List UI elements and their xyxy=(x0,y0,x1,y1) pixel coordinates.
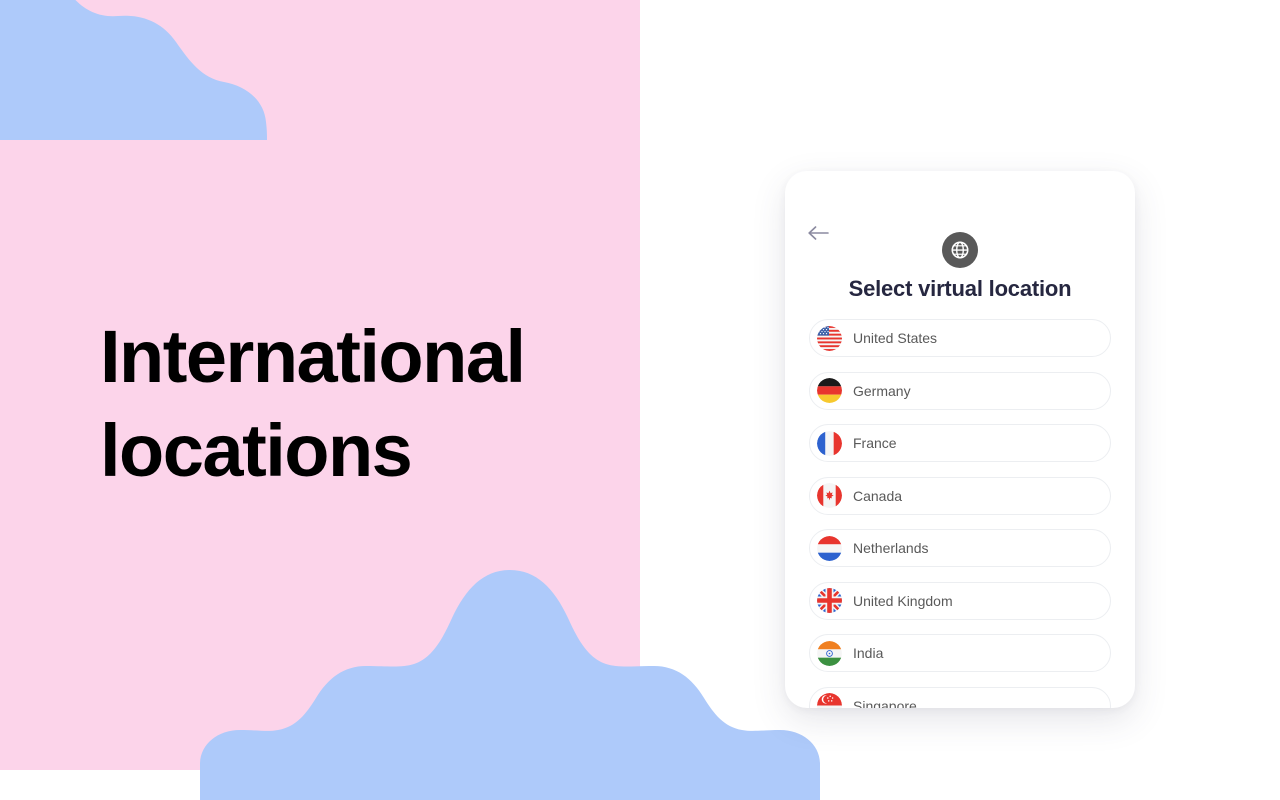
list-item[interactable]: India xyxy=(809,634,1111,672)
card-title: Select virtual location xyxy=(848,276,1072,301)
list-item[interactable]: France xyxy=(809,424,1111,462)
card-surface: Select virtual location United States Ge… xyxy=(785,171,1135,708)
list-item-label: Canada xyxy=(853,487,903,504)
flag-us-icon xyxy=(817,325,842,351)
flag-nl-icon xyxy=(817,535,842,561)
flag-sg-icon xyxy=(817,693,842,708)
list-item-label: India xyxy=(853,645,884,661)
cloud-top-left-icon xyxy=(0,0,267,140)
list-item[interactable]: Singapore xyxy=(809,686,1111,709)
flag-fr-icon xyxy=(817,430,842,456)
list-item[interactable]: Germany xyxy=(809,371,1111,410)
list-item-label: United Kingdom xyxy=(853,592,953,609)
list-item[interactable]: Canada xyxy=(809,476,1111,515)
flag-de-icon xyxy=(817,378,842,403)
list-item[interactable]: United States xyxy=(809,319,1111,357)
list-item-label: Germany xyxy=(853,382,911,399)
page-stage: International locations Select virtual l… xyxy=(0,0,1280,800)
globe-badge xyxy=(942,232,978,268)
flag-in-icon xyxy=(817,640,842,666)
list-item-label: France xyxy=(853,435,897,451)
flag-ca-icon xyxy=(817,483,842,508)
page-title: International locations xyxy=(100,315,526,492)
list-item-label: Netherlands xyxy=(853,540,929,556)
card-pointer-notch xyxy=(945,154,979,172)
location-list: United States Germany France Canada Neth… xyxy=(809,319,1111,708)
list-item-label: United States xyxy=(853,330,938,346)
list-item-label: Singapore xyxy=(853,697,917,709)
virtual-location-card: Select virtual location United States Ge… xyxy=(785,155,1135,708)
globe-icon xyxy=(951,241,969,259)
flag-gb-icon xyxy=(817,588,842,613)
list-item[interactable]: Netherlands xyxy=(809,529,1111,567)
arrow-left-icon xyxy=(808,226,829,240)
list-item[interactable]: United Kingdom xyxy=(809,581,1111,620)
back-button[interactable] xyxy=(803,219,835,247)
cloud-bottom-icon xyxy=(200,570,820,800)
